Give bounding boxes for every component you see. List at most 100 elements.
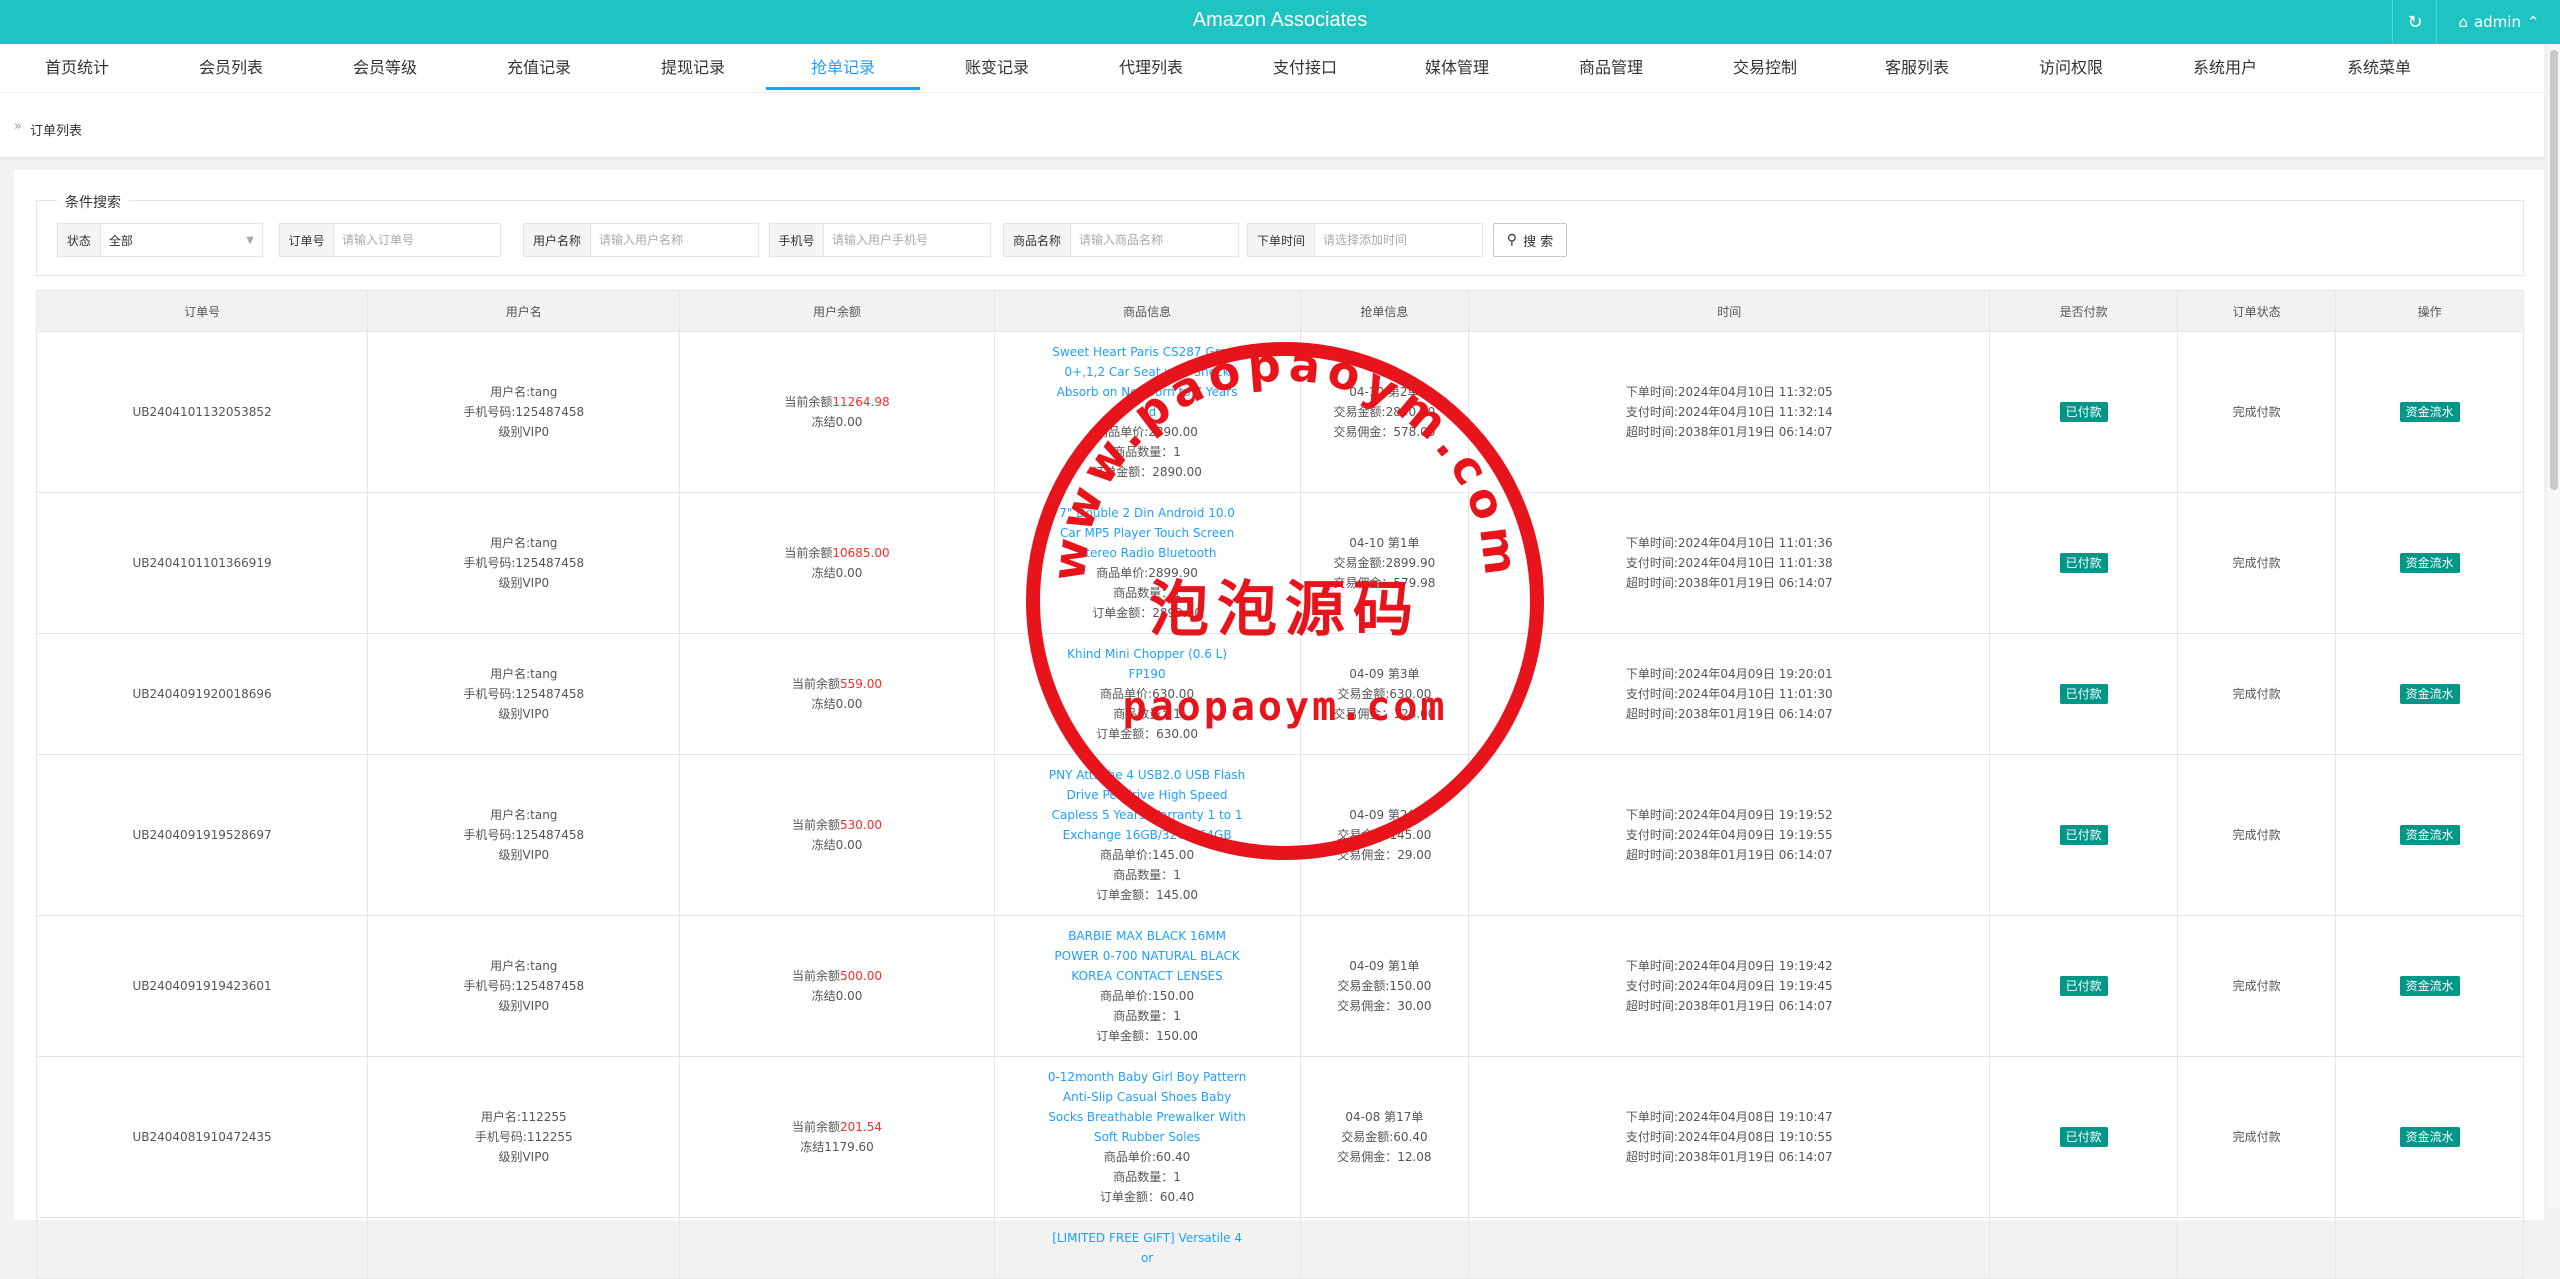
fund-flow-button[interactable]: 资金流水 bbox=[2399, 825, 2460, 845]
product-unit-price: 商品单价:2899.90 bbox=[1096, 566, 1198, 580]
header-paid: 是否付款 bbox=[1989, 290, 2179, 332]
nav-item-product-management[interactable]: 商品管理 bbox=[1534, 44, 1688, 90]
product-name-link[interactable]: Khind Mini Chopper (0.6 L) FP190 bbox=[1047, 644, 1247, 684]
nav-item-grab-order-records[interactable]: 抢单记录 bbox=[766, 44, 920, 90]
nav-item-payment-interface[interactable]: 支付接口 bbox=[1228, 44, 1382, 90]
status-cell: 完成付款 bbox=[2177, 1056, 2337, 1218]
nav-item-service-list[interactable]: 客服列表 bbox=[1840, 44, 1994, 90]
paid-badge: 已付款 bbox=[2059, 402, 2108, 422]
grab-cell: 04-09 第1单 交易金额:150.00 交易佣金：30.00 bbox=[1299, 915, 1470, 1057]
timeout-time: 超时时间:2038年01月19日 06:14:07 bbox=[1625, 848, 1833, 862]
action-cell: 资金流水 bbox=[2335, 915, 2524, 1057]
user-name: 用户名:112255 bbox=[480, 1110, 567, 1124]
breadcrumb-label[interactable]: 订单列表 bbox=[30, 120, 82, 139]
nav-item-withdraw-records[interactable]: 提现记录 bbox=[616, 44, 770, 90]
paid-cell: 已付款 bbox=[1989, 915, 2179, 1057]
order-input[interactable] bbox=[334, 224, 500, 256]
header-balance: 用户余额 bbox=[679, 290, 995, 332]
product-name-link[interactable]: BARBIE MAX BLACK 16MM POWER 0-700 NATURA… bbox=[1047, 926, 1247, 986]
product-input[interactable] bbox=[1071, 224, 1237, 256]
timeout-time: 超时时间:2038年01月19日 06:14:07 bbox=[1625, 425, 1833, 439]
product-cell: [LIMITED FREE GIFT] Versatile 4 or bbox=[993, 1217, 1301, 1279]
status-filter: 状态 全部 ▼ bbox=[57, 223, 263, 257]
pay-time: 支付时间:2024年04月09日 19:19:55 bbox=[1625, 828, 1833, 842]
nav-item-member-level[interactable]: 会员等级 bbox=[308, 44, 462, 90]
table-row: UB2404091919528697 用户名:tang 手机号码:1254874… bbox=[35, 754, 2524, 916]
nav-item-home-stats[interactable]: 首页统计 bbox=[0, 44, 154, 90]
grab-cell: 04-08 第17单 交易金额:60.40 交易佣金：12.08 bbox=[1299, 1056, 1470, 1218]
product-quantity: 商品数量：1 bbox=[1113, 868, 1181, 882]
grab-cell: 04-10 第2单 交易金额:2890.00 交易佣金：578.00 bbox=[1299, 331, 1470, 493]
order-amount: 订单金额：630.00 bbox=[1096, 727, 1199, 741]
trade-amount: 交易金额:630.00 bbox=[1337, 687, 1432, 701]
fund-flow-button[interactable]: 资金流水 bbox=[2399, 402, 2460, 422]
product-filter: 商品名称 bbox=[1003, 223, 1239, 257]
user-cell: 用户名:112255 手机号码:112255 级别VIP0 bbox=[367, 1056, 681, 1218]
fund-flow-button[interactable]: 资金流水 bbox=[2399, 976, 2460, 996]
order-no: UB2404081910472435 bbox=[132, 1130, 272, 1144]
nav-item-trade-control[interactable]: 交易控制 bbox=[1688, 44, 1842, 90]
nav-item-access-permission[interactable]: 访问权限 bbox=[1994, 44, 2148, 90]
status-cell: 完成付款 bbox=[2177, 754, 2337, 916]
timeout-time: 超时时间:2038年01月19日 06:14:07 bbox=[1625, 1150, 1833, 1164]
product-name-link[interactable]: PNY Attache 4 USB2.0 USB Flash Drive Pen… bbox=[1047, 765, 1247, 845]
order-no: UB2404101101366919 bbox=[132, 556, 272, 570]
fund-flow-button[interactable]: 资金流水 bbox=[2399, 553, 2460, 573]
order-amount: 订单金额：60.40 bbox=[1099, 1190, 1195, 1204]
trade-commission: 交易佣金：30.00 bbox=[1337, 999, 1432, 1013]
fund-flow-button[interactable]: 资金流水 bbox=[2399, 684, 2460, 704]
order-status: 完成付款 bbox=[2232, 1130, 2281, 1144]
nav-item-system-menu[interactable]: 系统菜单 bbox=[2302, 44, 2456, 90]
balance-label: 当前余额 bbox=[784, 546, 833, 560]
paid-badge: 已付款 bbox=[2059, 553, 2108, 573]
content-panel: 条件搜索 状态 全部 ▼ 订单号 用户名称 手机号 商品名称 下单时间 bbox=[14, 170, 2544, 1279]
frozen-amount: 冻结1179.60 bbox=[800, 1140, 874, 1154]
balance-amount: 530.00 bbox=[840, 818, 883, 832]
trade-amount: 交易金额:150.00 bbox=[1337, 979, 1432, 993]
frozen-amount: 冻结0.00 bbox=[811, 838, 863, 852]
grab-cell: 04-10 第1单 交易金额:2899.90 交易佣金：579.98 bbox=[1299, 492, 1470, 634]
nav-item-recharge-records[interactable]: 充值记录 bbox=[462, 44, 616, 90]
time-cell: 下单时间:2024年04月10日 11:32:05 支付时间:2024年04月1… bbox=[1468, 331, 1991, 493]
grab-cell: 04-09 第3单 交易金额:630.00 交易佣金：126.00 bbox=[1299, 633, 1470, 755]
refresh-button[interactable]: ↻ bbox=[2392, 0, 2437, 44]
nav-item-agent-list[interactable]: 代理列表 bbox=[1074, 44, 1228, 90]
user-menu[interactable]: ⌂ admin ⌃ bbox=[2436, 0, 2560, 44]
nav-item-member-list[interactable]: 会员列表 bbox=[154, 44, 308, 90]
user-phone: 手机号码:125487458 bbox=[463, 828, 585, 842]
username-input[interactable] bbox=[591, 224, 757, 256]
paid-cell: 已付款 bbox=[1989, 754, 2179, 916]
header-order-status: 订单状态 bbox=[2177, 290, 2337, 332]
fund-flow-button[interactable]: 资金流水 bbox=[2399, 1127, 2460, 1147]
product-cell: PNY Attache 4 USB2.0 USB Flash Drive Pen… bbox=[993, 754, 1301, 916]
paid-badge: 已付款 bbox=[2059, 1127, 2108, 1147]
header-product-info: 商品信息 bbox=[993, 290, 1301, 332]
app-title: Amazon Associates bbox=[1192, 9, 1368, 31]
product-name-link[interactable]: 7" Double 2 Din Android 10.0 Car MP5 Pla… bbox=[1047, 503, 1247, 563]
product-name-link[interactable]: 0-12month Baby Girl Boy Pattern Anti-Sli… bbox=[1047, 1067, 1247, 1147]
product-cell: BARBIE MAX BLACK 16MM POWER 0-700 NATURA… bbox=[993, 915, 1301, 1057]
balance-cell: 当前余额530.00 冻结0.00 bbox=[679, 754, 995, 916]
time-input[interactable] bbox=[1315, 224, 1481, 256]
product-name-link[interactable]: Sweet Heart Paris CS287 Group 0+,1,2 Car… bbox=[1047, 342, 1247, 422]
user-name: 用户名:tang bbox=[490, 667, 558, 681]
header-grab-info: 抢单信息 bbox=[1299, 290, 1470, 332]
refresh-icon: ↻ bbox=[2407, 11, 2423, 33]
balance-cell bbox=[679, 1217, 995, 1279]
nav-item-media-management[interactable]: 媒体管理 bbox=[1380, 44, 1534, 90]
page-scrollbar[interactable] bbox=[2548, 44, 2560, 1208]
paid-badge: 已付款 bbox=[2059, 976, 2108, 996]
pay-time: 支付时间:2024年04月09日 19:19:45 bbox=[1625, 979, 1833, 993]
phone-input[interactable] bbox=[824, 224, 990, 256]
nav-item-system-users[interactable]: 系统用户 bbox=[2148, 44, 2302, 90]
status-select[interactable]: 全部 ▼ bbox=[101, 224, 262, 256]
trade-amount: 交易金额:145.00 bbox=[1337, 828, 1432, 842]
nav-item-account-change[interactable]: 账变记录 bbox=[920, 44, 1074, 90]
paid-cell: 已付款 bbox=[1989, 331, 2179, 493]
action-cell: 资金流水 bbox=[2335, 633, 2524, 755]
product-name-link[interactable]: [LIMITED FREE GIFT] Versatile 4 or bbox=[1047, 1228, 1247, 1268]
scrollbar-thumb[interactable] bbox=[2550, 50, 2558, 490]
search-button[interactable]: ⚲ 搜 索 bbox=[1493, 223, 1567, 257]
time-cell: 下单时间:2024年04月09日 19:20:01 支付时间:2024年04月1… bbox=[1468, 633, 1991, 755]
order-time: 下单时间:2024年04月08日 19:10:47 bbox=[1625, 1110, 1833, 1124]
